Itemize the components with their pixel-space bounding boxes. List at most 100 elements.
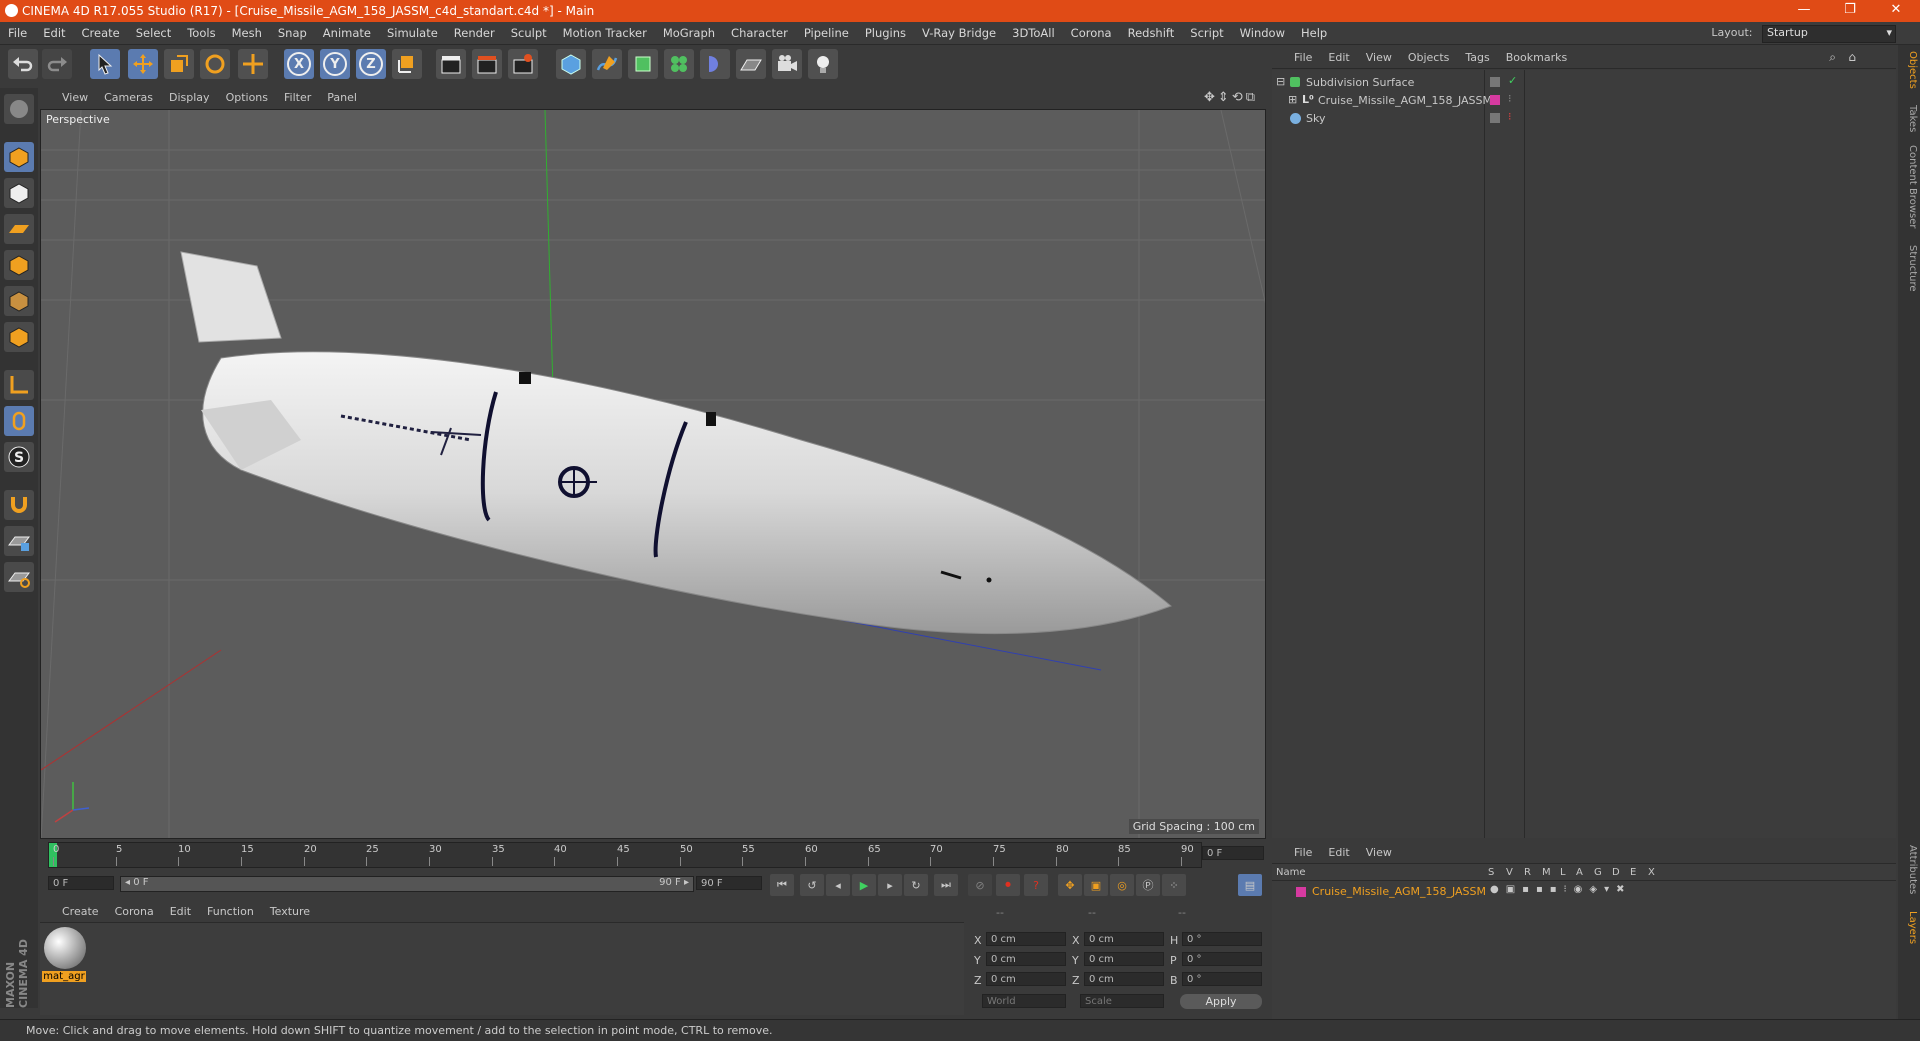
obj-menu-file[interactable]: File [1286, 48, 1320, 64]
viewport-menu-cameras[interactable]: Cameras [96, 88, 161, 104]
render-view-button[interactable] [436, 49, 466, 79]
undo-button[interactable] [8, 49, 38, 79]
size-y-field[interactable]: 0 cm [1084, 952, 1164, 966]
timeline-ruler[interactable]: 0 5 10 15 20 25 30 35 40 45 50 55 60 65 70 75 80 85 90 0 F [40, 840, 1266, 870]
next-key-button[interactable]: ↻ [904, 874, 928, 896]
menu-vray-bridge[interactable]: V-Ray Bridge [914, 22, 1004, 40]
minimize-button[interactable]: — [1784, 2, 1824, 17]
layer-row[interactable]: Cruise_Missile_AGM_158_JASSM ●▣▪▪▪⁝◉◈▾✖ [1272, 884, 1896, 900]
tab-layers[interactable]: Layers [1900, 911, 1918, 944]
add-floor-button[interactable] [736, 49, 766, 79]
menu-simulate[interactable]: Simulate [379, 22, 446, 40]
material-swatch[interactable] [44, 927, 86, 969]
menu-pipeline[interactable]: Pipeline [796, 22, 857, 40]
add-deformer-button[interactable] [700, 49, 730, 79]
record-button[interactable]: ⏺ [996, 874, 1020, 896]
menu-motion-tracker[interactable]: Motion Tracker [555, 22, 655, 40]
edit-toggle-icon[interactable] [1490, 113, 1500, 123]
viewport-menu-filter[interactable]: Filter [276, 88, 319, 104]
apply-button[interactable]: Apply [1180, 994, 1262, 1009]
layer-color-swatch[interactable] [1490, 95, 1500, 105]
obj-menu-edit[interactable]: Edit [1320, 48, 1357, 64]
layer-name[interactable]: Cruise_Missile_AGM_158_JASSM [1312, 885, 1486, 898]
obj-menu-tags[interactable]: Tags [1457, 48, 1497, 64]
layer-flag-icons[interactable]: ●▣▪▪▪⁝◉◈▾✖ [1490, 884, 1632, 895]
key-scale-button[interactable]: ▣ [1084, 874, 1108, 896]
edges-mode-button[interactable] [4, 286, 34, 316]
visibility-dots-icon[interactable]: ⁝ [1508, 110, 1512, 123]
menu-render[interactable]: Render [446, 22, 503, 40]
material-name[interactable]: mat_agr [42, 971, 86, 982]
size-x-field[interactable]: 0 cm [1084, 932, 1164, 946]
edit-toggle-icon[interactable] [1490, 77, 1500, 87]
record-position-button[interactable]: ⊘ [968, 874, 992, 896]
viewport-menu-display[interactable]: Display [161, 88, 218, 104]
texture-mode-button[interactable] [4, 178, 34, 208]
visibility-dots-icon[interactable]: ⁝ [1508, 92, 1512, 105]
prev-key-button[interactable]: ↺ [800, 874, 824, 896]
mat-menu-texture[interactable]: Texture [262, 902, 318, 918]
viewport-menu-view[interactable]: View [54, 88, 96, 104]
mat-menu-edit[interactable]: Edit [162, 902, 199, 918]
menu-animate[interactable]: Animate [315, 22, 379, 40]
add-camera-button[interactable] [772, 49, 802, 79]
object-row-sky[interactable]: Sky ⁝ [1272, 110, 1896, 128]
live-selection-button[interactable] [90, 49, 120, 79]
position-x-field[interactable]: 0 cm [986, 932, 1066, 946]
mat-menu-corona[interactable]: Corona [107, 902, 162, 918]
rotate-tool-button[interactable] [200, 49, 230, 79]
z-axis-lock-button[interactable]: Z [356, 49, 386, 79]
position-z-field[interactable]: 0 cm [986, 972, 1066, 986]
menu-snap[interactable]: Snap [270, 22, 315, 40]
start-frame-field[interactable]: 0 F [48, 876, 114, 890]
transform-tool-button[interactable] [238, 49, 268, 79]
rotation-b-field[interactable]: 0 ° [1182, 972, 1262, 986]
tab-content-browser[interactable]: Content Browser [1900, 145, 1918, 228]
add-subdivision-button[interactable] [628, 49, 658, 79]
redo-button[interactable] [42, 49, 72, 79]
play-button[interactable]: ▶ [852, 874, 876, 896]
collapse-icon[interactable]: ⊟ [1276, 75, 1285, 88]
snap-settings-button[interactable]: S [4, 442, 34, 472]
y-axis-lock-button[interactable]: Y [320, 49, 350, 79]
menu-3dtoall[interactable]: 3DToAll [1004, 22, 1063, 40]
points-mode-button[interactable] [4, 250, 34, 280]
frame-range-slider[interactable]: ◂ 0 F 90 F ▸ [120, 876, 694, 892]
rotation-h-field[interactable]: 0 ° [1182, 932, 1262, 946]
add-cube-button[interactable] [556, 49, 586, 79]
key-rotate-button[interactable]: ◎ [1110, 874, 1134, 896]
menu-character[interactable]: Character [723, 22, 796, 40]
maximize-button[interactable]: ❐ [1830, 2, 1870, 17]
position-y-field[interactable]: 0 cm [986, 952, 1066, 966]
home-icon[interactable]: ⌂ [1848, 50, 1856, 64]
prev-frame-button[interactable]: ◂ [826, 874, 850, 896]
goto-end-button[interactable]: ⏭ [934, 874, 958, 896]
menu-tools[interactable]: Tools [179, 22, 223, 40]
goto-start-button[interactable]: ⏮ [770, 874, 794, 896]
workplane-align-button[interactable] [4, 562, 34, 592]
axis-mode-button[interactable] [4, 370, 34, 400]
object-row-missile[interactable]: ⊞ L⁰ Cruise_Missile_AGM_158_JASSM ⁝ [1272, 92, 1896, 110]
menu-corona[interactable]: Corona [1063, 22, 1120, 40]
obj-menu-bookmarks[interactable]: Bookmarks [1498, 48, 1575, 64]
key-param-button[interactable]: Ⓟ [1136, 874, 1160, 896]
render-picture-viewer-button[interactable] [472, 49, 502, 79]
object-row-subdivision[interactable]: ⊟ Subdivision Surface ✓ [1272, 74, 1896, 92]
next-frame-button[interactable]: ▸ [878, 874, 902, 896]
menu-mesh[interactable]: Mesh [224, 22, 270, 40]
layer-menu-view[interactable]: View [1358, 843, 1400, 859]
key-pla-button[interactable]: ⁘ [1162, 874, 1186, 896]
move-tool-button[interactable] [128, 49, 158, 79]
mat-menu-function[interactable]: Function [199, 902, 262, 918]
menu-window[interactable]: Window [1232, 22, 1293, 40]
menu-create[interactable]: Create [74, 22, 128, 40]
viewport-menu-panel[interactable]: Panel [319, 88, 365, 104]
mat-menu-create[interactable]: Create [54, 902, 107, 918]
scale-tool-button[interactable] [164, 49, 194, 79]
add-mograph-button[interactable] [664, 49, 694, 79]
viewport-nav-icons[interactable]: ✥⇕⟲⧉ [1204, 90, 1258, 105]
coordinate-system-button[interactable] [392, 49, 422, 79]
key-move-button[interactable]: ✥ [1058, 874, 1082, 896]
make-editable-button[interactable] [4, 94, 34, 124]
checkmark-icon[interactable]: ✓ [1508, 74, 1517, 87]
